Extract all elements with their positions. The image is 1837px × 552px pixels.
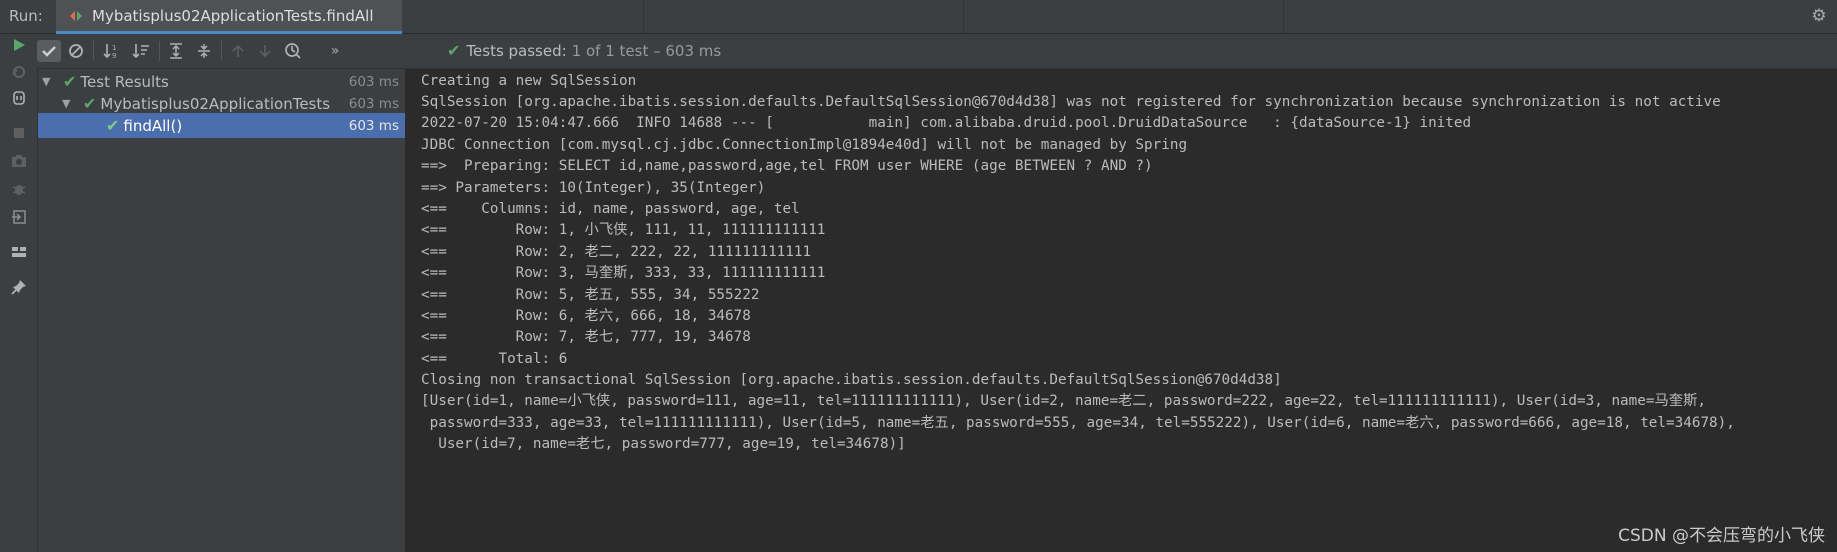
rerun-failed-icon[interactable] <box>8 61 30 83</box>
console-line: User(id=7, name=老七, password=777, age=19… <box>421 436 906 452</box>
collapse-all-icon[interactable] <box>192 40 216 62</box>
passed-check-icon: ✔ <box>83 93 97 113</box>
toolbar-separator <box>159 41 160 61</box>
toolbar-separator <box>93 41 94 61</box>
tab-divider <box>963 0 964 33</box>
run-tab-title: Mybatisplus02ApplicationTests.findAll <box>92 6 374 25</box>
stop-icon[interactable] <box>8 122 30 144</box>
console-output[interactable]: Creating a new SqlSession SqlSession [or… <box>406 69 1837 552</box>
tree-item-label: Mybatisplus02ApplicationTests <box>100 94 331 113</box>
passed-check-icon: ✔ <box>447 41 461 60</box>
passed-check-icon: ✔ <box>63 71 77 91</box>
test-history-icon[interactable] <box>281 40 305 62</box>
more-actions-icon[interactable]: » <box>323 40 347 62</box>
svg-text:9: 9 <box>112 52 116 59</box>
svg-text:1: 1 <box>112 44 116 52</box>
camera-icon[interactable] <box>8 150 30 172</box>
tab-divider <box>643 0 644 33</box>
passed-check-icon: ✔ <box>106 115 120 135</box>
toggle-auto-test-icon[interactable] <box>8 87 30 109</box>
tree-item-label: findAll() <box>123 116 183 135</box>
test-tree: ▼ ✔ Test Results 603 ms ▼ ✔ Mybatisplus0… <box>38 69 406 552</box>
show-ignored-icon[interactable] <box>64 40 88 62</box>
tree-item-label: Test Results <box>80 72 169 91</box>
left-toolbar <box>0 34 38 552</box>
tree-item-time: 603 ms <box>348 73 399 90</box>
run-tab-bar: Run: Mybatisplus02ApplicationTests.findA… <box>0 0 1837 34</box>
chevron-down-icon[interactable]: ▼ <box>42 76 52 87</box>
layout-icon[interactable] <box>8 241 30 263</box>
run-tab[interactable]: Mybatisplus02ApplicationTests.findAll <box>56 0 402 34</box>
next-test-icon[interactable] <box>253 40 277 62</box>
test-runner-toolbar: 19 » ✔ Tests passed: 1 of 1 test – 603 m… <box>37 34 1837 69</box>
run-label: Run: <box>9 7 43 25</box>
expand-all-icon[interactable] <box>164 40 188 62</box>
test-status: ✔ Tests passed: 1 of 1 test – 603 ms <box>447 42 721 60</box>
show-passed-icon[interactable] <box>37 40 61 62</box>
toolbar-separator <box>221 41 222 61</box>
tab-divider <box>1283 0 1284 33</box>
pin-icon[interactable] <box>8 276 30 298</box>
import-tests-icon[interactable] <box>8 206 30 228</box>
chevron-down-icon[interactable]: ▼ <box>62 98 72 109</box>
tests-passed-label: Tests passed: <box>466 42 567 60</box>
rerun-icon[interactable] <box>8 34 30 56</box>
watermark-text: CSDN @不会压弯的小飞侠 <box>1618 526 1825 546</box>
sort-by-duration-icon[interactable] <box>129 40 153 62</box>
sort-alphabetically-icon[interactable]: 19 <box>100 40 124 62</box>
tests-passed-count: 1 of 1 test – 603 ms <box>571 42 722 60</box>
gear-icon[interactable]: ⚙ <box>1809 6 1829 26</box>
debug-bug-icon[interactable] <box>8 178 30 200</box>
tree-item-test-method[interactable]: ✔ findAll() 603 ms <box>38 113 405 138</box>
previous-test-icon[interactable] <box>226 40 250 62</box>
junit-run-icon <box>68 8 84 24</box>
console-scrollbar[interactable] <box>1827 69 1837 552</box>
tree-item-time: 603 ms <box>348 95 399 112</box>
tree-item-time: 603 ms <box>348 117 399 134</box>
